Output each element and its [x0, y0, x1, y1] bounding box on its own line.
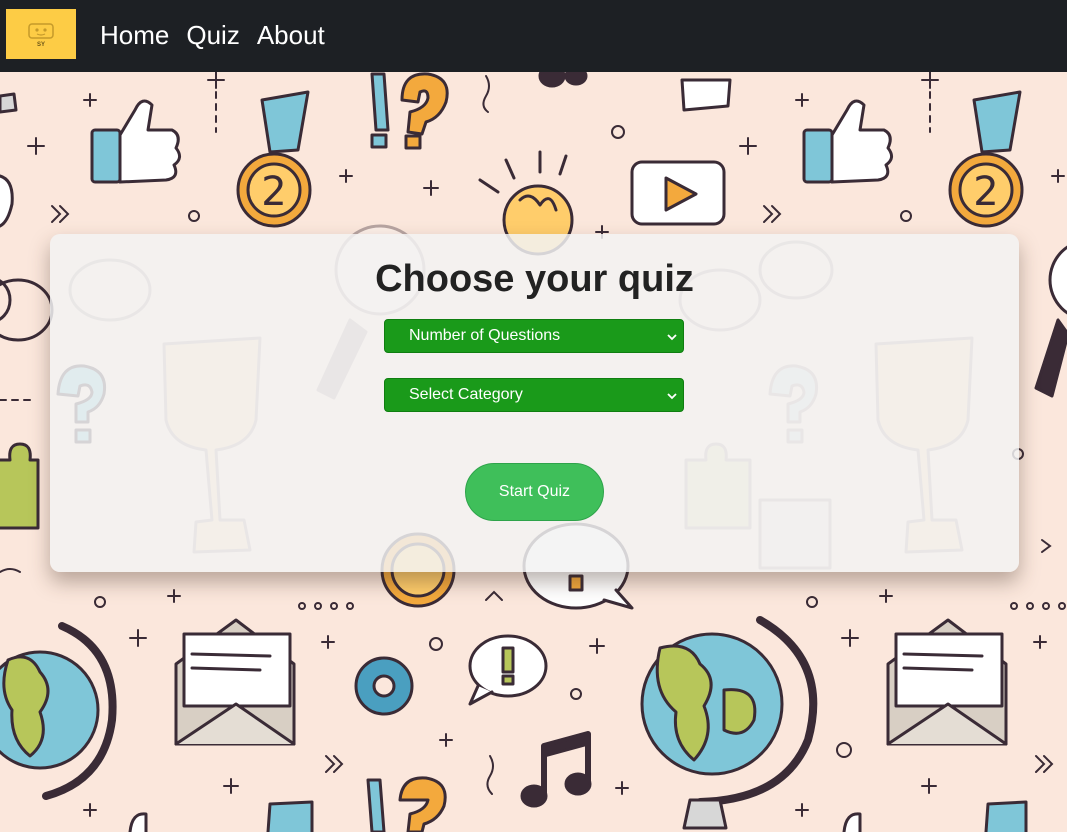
svg-text:2: 2 [973, 169, 998, 215]
chevron-down-icon [667, 393, 677, 400]
medal-icon: 2 [948, 90, 1024, 228]
category-value: Select Category [409, 386, 523, 403]
quiz-card: Choose your quiz Number of Questions Sel… [50, 234, 1019, 572]
chevron-down-icon [667, 334, 677, 341]
card-title: Choose your quiz [375, 258, 694, 300]
question-mark-icon [366, 776, 447, 832]
magnifier-icon [1034, 245, 1067, 398]
logo-icon: SY [28, 23, 54, 47]
number-of-questions-select[interactable]: Number of Questions [384, 319, 684, 353]
thumbs-up-icon [802, 99, 893, 184]
gear-icon [354, 656, 414, 716]
number-of-questions-value: Number of Questions [409, 327, 561, 344]
nav-about-link[interactable]: About [257, 18, 325, 52]
start-quiz-button[interactable]: Start Quiz [465, 463, 604, 521]
nav-links: Home Quiz About [100, 18, 325, 52]
thumbs-up-icon [90, 99, 181, 184]
nav-home-link[interactable]: Home [100, 18, 169, 52]
speech-bubble-icon [468, 634, 548, 706]
svg-text:2: 2 [261, 169, 286, 215]
globe-icon [0, 622, 117, 800]
logo[interactable]: SY [6, 9, 76, 59]
play-icon [630, 160, 726, 226]
puzzle-icon [0, 442, 40, 530]
envelope-icon [174, 618, 296, 746]
navbar: SY Home Quiz About [0, 0, 1067, 72]
medal-icon: 2 [236, 90, 312, 228]
nav-quiz-link[interactable]: Quiz [186, 18, 239, 52]
glasses-icon [0, 278, 54, 342]
logo-text: SY [37, 42, 45, 47]
question-mark-icon [370, 72, 449, 150]
category-select[interactable]: Select Category [384, 378, 684, 412]
music-note-icon [520, 731, 592, 808]
globe-icon [640, 616, 818, 830]
envelope-icon [886, 618, 1008, 746]
